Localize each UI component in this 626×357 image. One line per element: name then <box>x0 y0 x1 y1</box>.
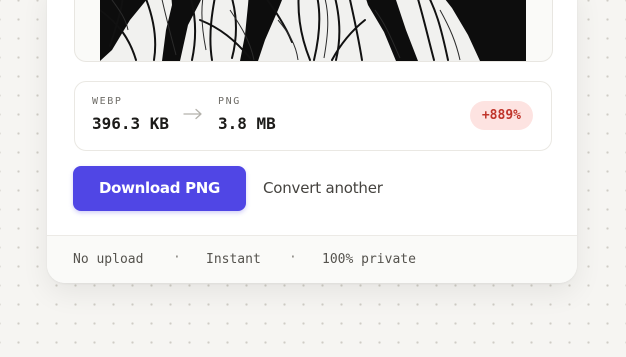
converter-card: WEBP 396.3 KB PNG 3.8 MB +889% Download … <box>47 0 577 283</box>
convert-another-link[interactable]: Convert another <box>263 179 383 197</box>
footer-item-no-upload: No upload <box>73 252 144 267</box>
target-file-size: 3.8 MB <box>218 114 276 133</box>
footer-separator: · <box>173 250 181 265</box>
conversion-summary: WEBP 396.3 KB PNG 3.8 MB +889% <box>74 81 552 151</box>
converted-image-preview <box>100 0 526 61</box>
footer-item-instant: Instant <box>206 252 261 267</box>
size-change-badge: +889% <box>469 101 533 130</box>
source-file-size: 396.3 KB <box>92 114 170 133</box>
footer-item-private: 100% private <box>322 252 416 267</box>
download-button[interactable]: Download PNG <box>73 166 246 211</box>
footer-separator: · <box>289 250 297 265</box>
privacy-footer: No upload · Instant · 100% private <box>47 235 577 283</box>
source-format-label: WEBP <box>92 96 123 107</box>
image-preview <box>74 0 553 62</box>
target-format-label: PNG <box>218 96 241 107</box>
arrow-right-icon <box>183 107 203 121</box>
